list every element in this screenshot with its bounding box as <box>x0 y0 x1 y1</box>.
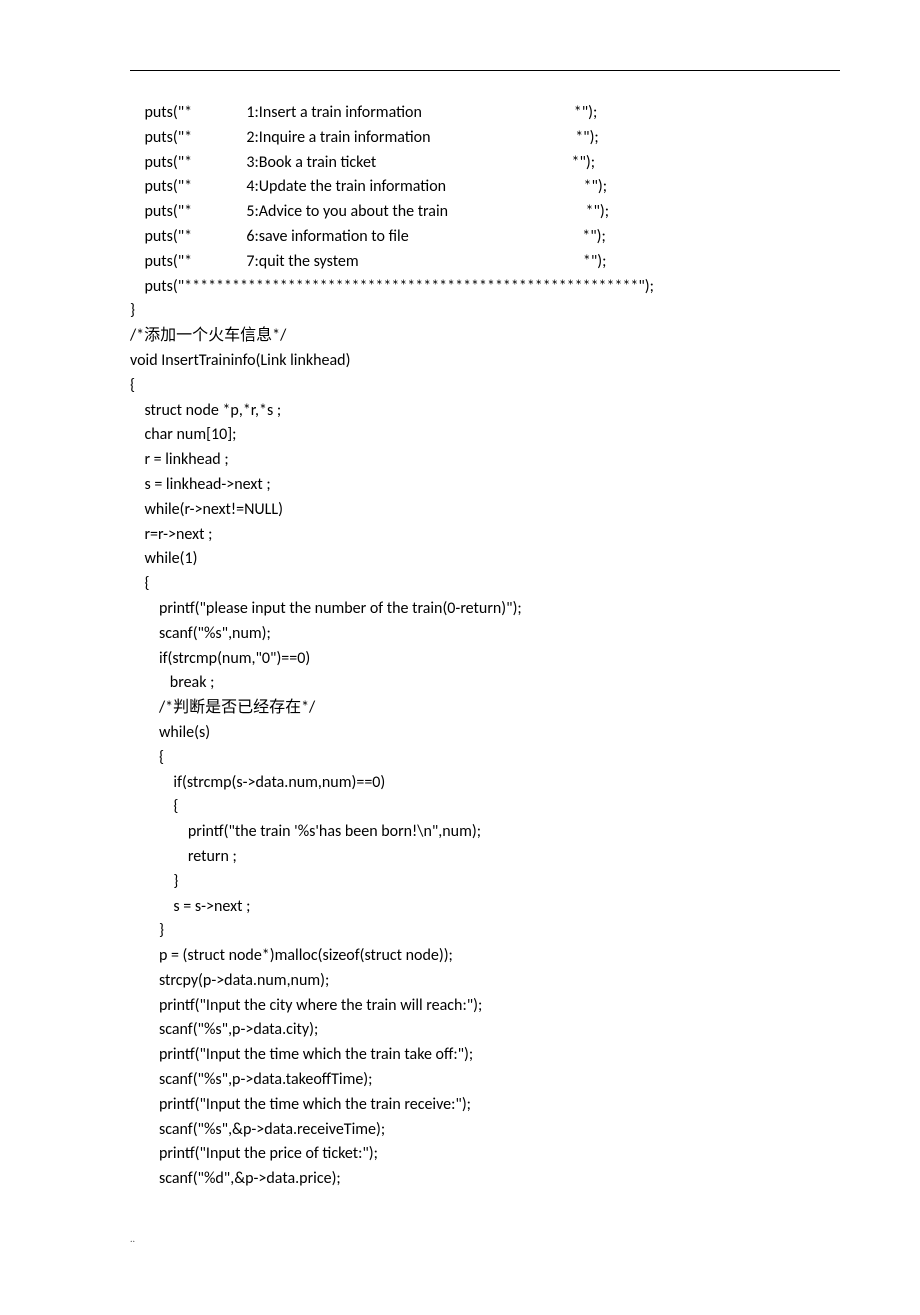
footer-dots: .. <box>130 1232 840 1245</box>
code-content: puts("* 1:Insert a train information *")… <box>130 101 840 1192</box>
top-horizontal-rule <box>130 70 840 71</box>
page-container: puts("* 1:Insert a train information *")… <box>0 0 920 1315</box>
